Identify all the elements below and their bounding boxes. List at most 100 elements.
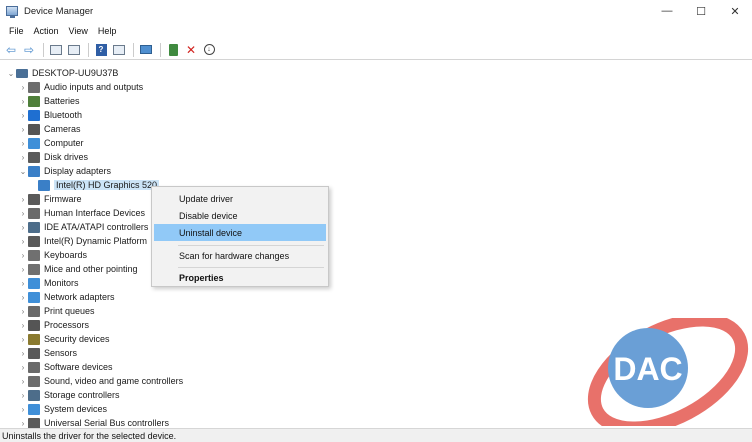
tree-item-label: Cameras [44,124,81,134]
menu-action[interactable]: Action [29,26,64,36]
tree-category[interactable]: › Print queues [18,304,95,318]
chevron-right-icon[interactable]: › [18,349,28,358]
computer-icon [28,137,40,149]
tree-item-label: Storage controllers [44,390,120,400]
minimize-button[interactable]: — [650,0,684,22]
tree-item-label: Intel(R) HD Graphics 520 [54,180,160,190]
title-bar: Device Manager — ☐ ✕ [0,0,752,22]
tree-root[interactable]: ⌄ DESKTOP-UU9U37B [6,66,119,80]
tree-category[interactable]: › Keyboards [18,248,87,262]
tree-item-label: Batteries [44,96,80,106]
chevron-right-icon[interactable]: › [18,363,28,372]
back-arrow-icon[interactable]: ⇦ [3,42,19,58]
tree-category[interactable]: › Storage controllers [18,388,120,402]
tree-category[interactable]: › Sensors [18,346,77,360]
tree-category[interactable]: › Human Interface Devices [18,206,145,220]
logo-text: DAC [613,351,682,387]
bluetooth-icon [28,109,40,121]
battery-icon [28,95,40,107]
tree-category[interactable]: › Network adapters [18,290,115,304]
tree-category[interactable]: › Security devices [18,332,110,346]
chevron-right-icon[interactable]: › [18,377,28,386]
tree-category[interactable]: › IDE ATA/ATAPI controllers [18,220,148,234]
chevron-right-icon[interactable]: › [18,111,28,120]
uninstall-icon[interactable]: ✕ [183,42,199,58]
camera-icon [28,123,40,135]
tree-category[interactable]: › Audio inputs and outputs [18,80,143,94]
tree-category[interactable]: › Disk drives [18,150,88,164]
chevron-right-icon[interactable]: › [18,321,28,330]
tree-category[interactable]: › Mice and other pointing [18,262,138,276]
tree-item-label: Mice and other pointing [44,264,138,274]
tree-category[interactable]: › Computer [18,136,84,150]
ctx-update-driver[interactable]: Update driver [154,190,326,207]
menu-help[interactable]: Help [93,26,122,36]
chevron-down-icon[interactable]: ⌄ [18,167,28,176]
chevron-right-icon[interactable]: › [18,209,28,218]
tree-category[interactable]: › Firmware [18,192,82,206]
chevron-right-icon[interactable]: › [18,279,28,288]
chevron-right-icon[interactable]: › [18,125,28,134]
sensor-icon [28,347,40,359]
chevron-right-icon[interactable]: › [18,419,28,428]
tree-category[interactable]: › Software devices [18,360,113,374]
chevron-down-icon[interactable]: ⌄ [6,69,16,78]
chevron-right-icon[interactable]: › [18,97,28,106]
monitor-icon [28,277,40,289]
chevron-right-icon[interactable]: › [18,293,28,302]
close-button[interactable]: ✕ [718,0,752,22]
chevron-right-icon[interactable]: › [18,405,28,414]
tree-category[interactable]: › System devices [18,402,107,416]
disk-icon [28,151,40,163]
ctx-disable-device[interactable]: Disable device [154,207,326,224]
tree-item-label: Software devices [44,362,113,372]
download-icon[interactable]: ↓ [201,42,217,58]
chevron-right-icon[interactable]: › [18,83,28,92]
ctx-scan-hardware[interactable]: Scan for hardware changes [154,247,326,264]
chevron-right-icon[interactable]: › [18,223,28,232]
chevron-right-icon[interactable]: › [18,139,28,148]
maximize-button[interactable]: ☐ [684,0,718,22]
tree-category[interactable]: › Bluetooth [18,108,82,122]
forward-arrow-icon[interactable]: ⇨ [21,42,37,58]
speaker-icon [28,81,40,93]
menu-file[interactable]: File [4,26,29,36]
tree-category[interactable]: › Sound, video and game controllers [18,374,183,388]
tree-category[interactable]: › Monitors [18,276,79,290]
tree-child-item[interactable]: Intel(R) HD Graphics 520 [38,178,160,192]
chevron-right-icon[interactable]: › [18,335,28,344]
tree-item-label: Disk drives [44,152,89,162]
chevron-right-icon[interactable]: › [18,251,28,260]
ctx-uninstall-device[interactable]: Uninstall device [154,224,326,241]
properties-icon[interactable] [48,42,64,58]
tree-item-label: Human Interface Devices [44,208,146,218]
ctx-properties[interactable]: Properties [154,269,326,286]
chevron-right-icon[interactable]: › [18,195,28,204]
tree-item-label: Computer [44,138,84,148]
tree-item-label: Sound, video and game controllers [44,376,184,386]
toolbar: ⇦ ⇨ ? ✕ ↓ [0,40,752,60]
chevron-right-icon[interactable]: › [18,153,28,162]
add-driver-icon[interactable] [165,42,181,58]
security-icon [28,333,40,345]
tree-item-label: Keyboards [44,250,88,260]
tree-category[interactable]: › Intel(R) Dynamic Platform [18,234,147,248]
window-controls: — ☐ ✕ [650,0,752,22]
help-icon[interactable]: ? [93,42,109,58]
chevron-right-icon[interactable]: › [18,391,28,400]
tree-category[interactable]: › Processors [18,318,89,332]
tree-category[interactable]: ⌄ Display adapters [18,164,111,178]
tree-category[interactable]: › Batteries [18,94,80,108]
chevron-right-icon[interactable]: › [18,307,28,316]
menu-view[interactable]: View [64,26,93,36]
tree-item-label: Bluetooth [44,110,83,120]
list-icon[interactable] [66,42,82,58]
tree-category[interactable]: › Cameras [18,122,81,136]
view-icon[interactable] [111,42,127,58]
toolbar-separator [43,42,44,57]
scan-icon[interactable] [138,42,154,58]
window-title: Device Manager [24,5,94,17]
tree-category[interactable]: › Universal Serial Bus controllers [18,416,169,428]
chevron-right-icon[interactable]: › [18,265,28,274]
chevron-right-icon[interactable]: › [18,237,28,246]
